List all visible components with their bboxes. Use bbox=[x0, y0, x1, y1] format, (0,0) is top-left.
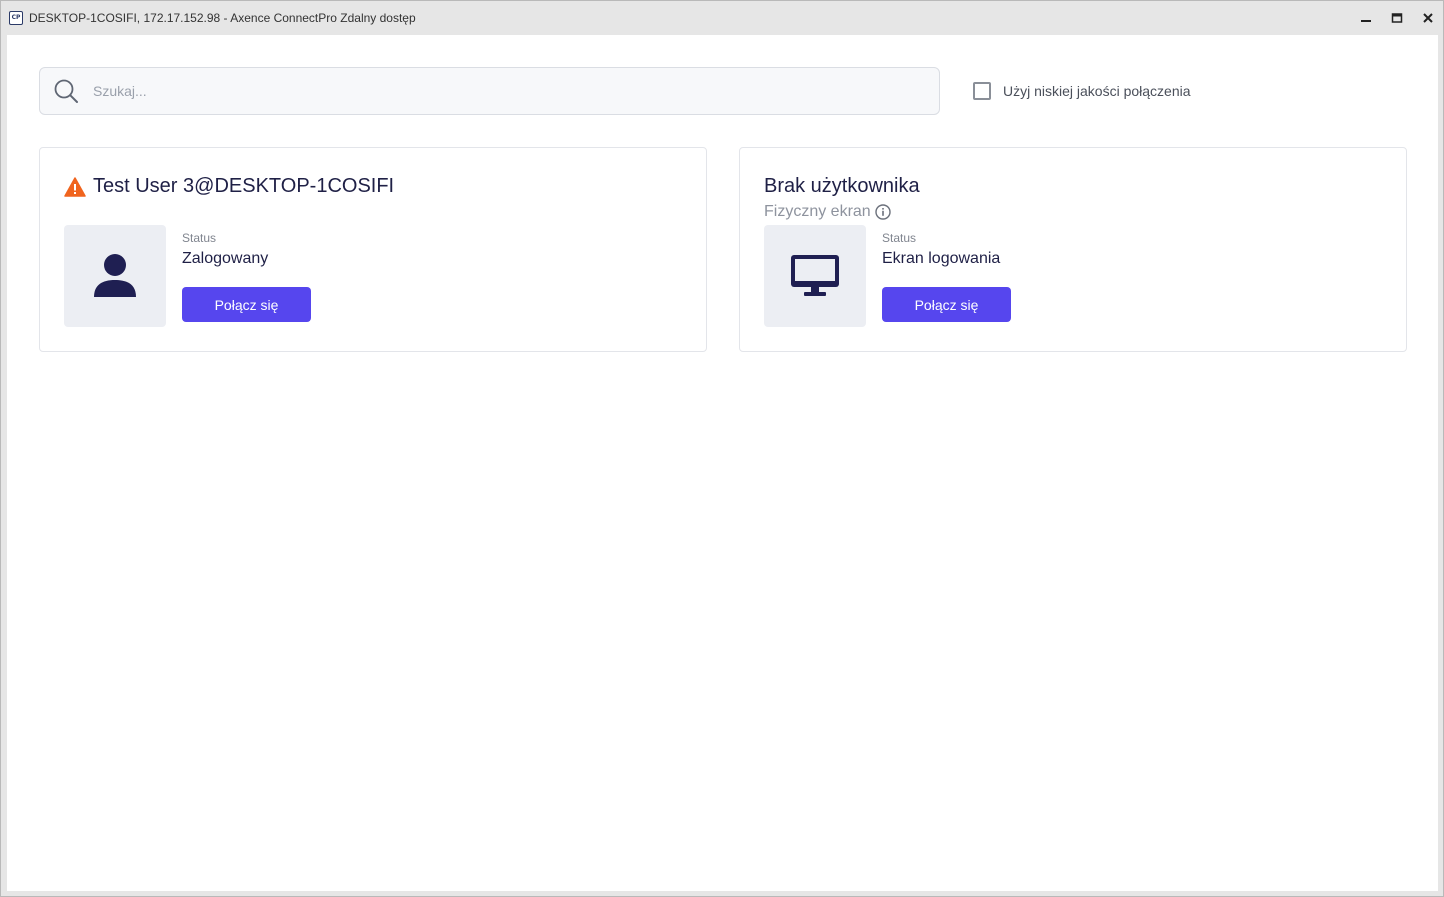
monitor-icon bbox=[791, 255, 839, 296]
main-content: Użyj niskiej jakości połączenia Test Use… bbox=[7, 35, 1438, 891]
session-subtitle-text: Fizyczny ekran bbox=[764, 203, 871, 220]
session-avatar bbox=[764, 225, 866, 327]
minimize-button[interactable] bbox=[1350, 1, 1381, 35]
status-value: Zalogowany bbox=[182, 250, 269, 267]
close-icon bbox=[1422, 13, 1433, 23]
connect-button[interactable]: Połącz się bbox=[182, 287, 311, 322]
search-box[interactable] bbox=[39, 67, 940, 115]
session-title: Test User 3@DESKTOP-1COSIFI bbox=[64, 175, 394, 198]
title-bar[interactable]: CP DESKTOP-1COSIFI, 172.17.152.98 - Axen… bbox=[1, 1, 1443, 35]
warning-icon bbox=[64, 176, 86, 197]
connect-button[interactable]: Połącz się bbox=[882, 287, 1011, 322]
session-title: Brak użytkownika bbox=[764, 175, 920, 198]
close-button[interactable] bbox=[1412, 1, 1443, 35]
info-icon[interactable] bbox=[875, 204, 891, 220]
search-icon bbox=[54, 79, 78, 103]
low-quality-option[interactable]: Użyj niskiej jakości połączenia bbox=[973, 82, 1191, 100]
app-window: CP DESKTOP-1COSIFI, 172.17.152.98 - Axen… bbox=[0, 0, 1444, 897]
status-label: Status bbox=[182, 231, 217, 245]
search-input[interactable] bbox=[93, 83, 913, 99]
maximize-icon bbox=[1391, 13, 1402, 23]
session-title-text: Test User 3@DESKTOP-1COSIFI bbox=[93, 175, 395, 197]
status-value: Ekran logowania bbox=[882, 250, 1001, 267]
minimize-icon bbox=[1360, 20, 1371, 22]
app-logo-icon: CP bbox=[9, 11, 23, 25]
session-card: Test User 3@DESKTOP-1COSIFI Status Zalog… bbox=[39, 147, 707, 352]
session-subtitle: Fizyczny ekran bbox=[764, 203, 891, 221]
low-quality-checkbox[interactable] bbox=[973, 82, 991, 100]
session-card: Brak użytkownika Fizyczny ekran Status E… bbox=[739, 147, 1407, 352]
maximize-button[interactable] bbox=[1381, 1, 1412, 35]
session-title-text: Brak użytkownika bbox=[764, 175, 920, 197]
user-icon bbox=[94, 254, 136, 297]
window-title: DESKTOP-1COSIFI, 172.17.152.98 - Axence … bbox=[29, 11, 416, 25]
low-quality-label: Użyj niskiej jakości połączenia bbox=[1003, 83, 1191, 99]
window-controls bbox=[1350, 1, 1443, 35]
status-label: Status bbox=[882, 231, 917, 245]
session-avatar bbox=[64, 225, 166, 327]
